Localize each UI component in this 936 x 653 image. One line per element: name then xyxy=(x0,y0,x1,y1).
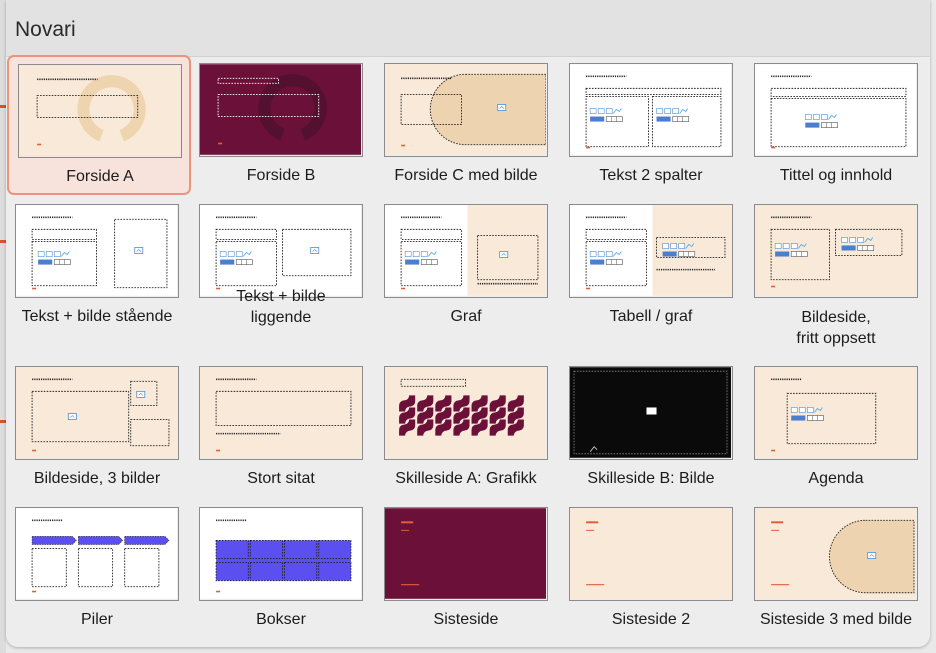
layout-thumbnail xyxy=(199,507,363,601)
layout-tile[interactable]: Forside B xyxy=(190,56,370,190)
slide-preview xyxy=(200,367,361,458)
layout-thumbnail xyxy=(384,204,548,298)
slide-preview xyxy=(385,367,546,458)
slide-preview xyxy=(16,508,177,599)
layout-tile[interactable]: Bokser xyxy=(190,500,370,634)
theme-title: Novari xyxy=(15,18,76,41)
layout-tile[interactable]: Tekst + bilde stående xyxy=(6,197,186,347)
slide-preview xyxy=(755,367,916,458)
layout-label: Sisteside 3 med bilde xyxy=(759,611,913,628)
layout-grid: Forside A Forside B Forside C med bilde … xyxy=(6,55,930,647)
layout-tile[interactable]: Sisteside 2 xyxy=(560,500,740,634)
layout-thumbnail xyxy=(15,204,179,298)
slide-preview xyxy=(570,508,731,599)
slide-preview xyxy=(570,367,731,458)
layout-thumbnail xyxy=(754,63,918,157)
layout-thumbnail xyxy=(384,63,548,157)
layout-tile[interactable]: Tabell / graf xyxy=(560,197,740,347)
layout-thumbnail xyxy=(754,204,918,298)
slide-preview xyxy=(200,205,361,296)
slide-preview xyxy=(755,508,916,599)
slide-preview xyxy=(16,367,177,458)
slide-preview xyxy=(755,205,916,296)
slide-preview xyxy=(385,64,546,155)
layout-thumbnail xyxy=(384,366,548,460)
layout-tile[interactable]: Tekst + bilde liggende xyxy=(190,197,370,347)
layout-tile[interactable]: Skilleside B: Bilde xyxy=(560,359,740,493)
slide-preview xyxy=(19,65,180,156)
layout-thumbnail xyxy=(15,507,179,601)
slide-preview xyxy=(570,205,731,296)
layout-tile[interactable]: Sisteside xyxy=(375,500,555,634)
layout-tile[interactable]: Tekst 2 spalter xyxy=(560,56,740,190)
layout-tile[interactable]: Piler xyxy=(6,500,186,634)
layout-label: Bildeside, fritt oppsett xyxy=(796,309,876,347)
layout-tile[interactable]: Graf xyxy=(375,197,555,347)
layout-tile[interactable]: Agenda xyxy=(745,359,925,493)
layout-label: Agenda xyxy=(808,470,864,487)
layout-tile[interactable]: Stort sitat xyxy=(190,359,370,493)
layout-label: Tittel og innhold xyxy=(779,167,893,184)
layout-thumbnail xyxy=(569,366,733,460)
layout-tile[interactable]: Sisteside 3 med bilde xyxy=(745,500,925,634)
slide-preview xyxy=(385,508,546,599)
gallery-header: Novari xyxy=(6,0,930,57)
layout-thumbnail xyxy=(199,204,363,298)
layout-thumbnail xyxy=(569,63,733,157)
layout-tile[interactable]: Bildeside, fritt oppsett xyxy=(745,197,925,347)
slide-preview xyxy=(200,508,361,599)
layout-tile[interactable]: Forside C med bilde xyxy=(375,56,555,190)
layout-thumbnail xyxy=(754,366,918,460)
layout-thumbnail xyxy=(199,63,363,157)
slide-preview xyxy=(200,64,361,155)
slide-preview xyxy=(385,205,546,296)
slide-preview xyxy=(16,205,177,296)
layout-thumbnail xyxy=(754,507,918,601)
layout-tile[interactable]: Tittel og innhold xyxy=(745,56,925,190)
layout-tile[interactable]: Bildeside, 3 bilder xyxy=(6,359,186,493)
slide-preview xyxy=(755,64,916,155)
layout-thumbnail xyxy=(18,64,182,158)
layout-thumbnail xyxy=(569,204,733,298)
layout-thumbnail xyxy=(569,507,733,601)
layout-gallery-popup: Novari Forside A Forside B Forside C med… xyxy=(6,0,930,647)
layout-tile[interactable]: Forside A xyxy=(7,55,191,195)
layout-thumbnail xyxy=(199,366,363,460)
layout-tile[interactable]: Skilleside A: Grafikk xyxy=(375,359,555,493)
layout-thumbnail xyxy=(15,366,179,460)
slide-preview xyxy=(570,64,731,155)
layout-thumbnail xyxy=(384,507,548,601)
